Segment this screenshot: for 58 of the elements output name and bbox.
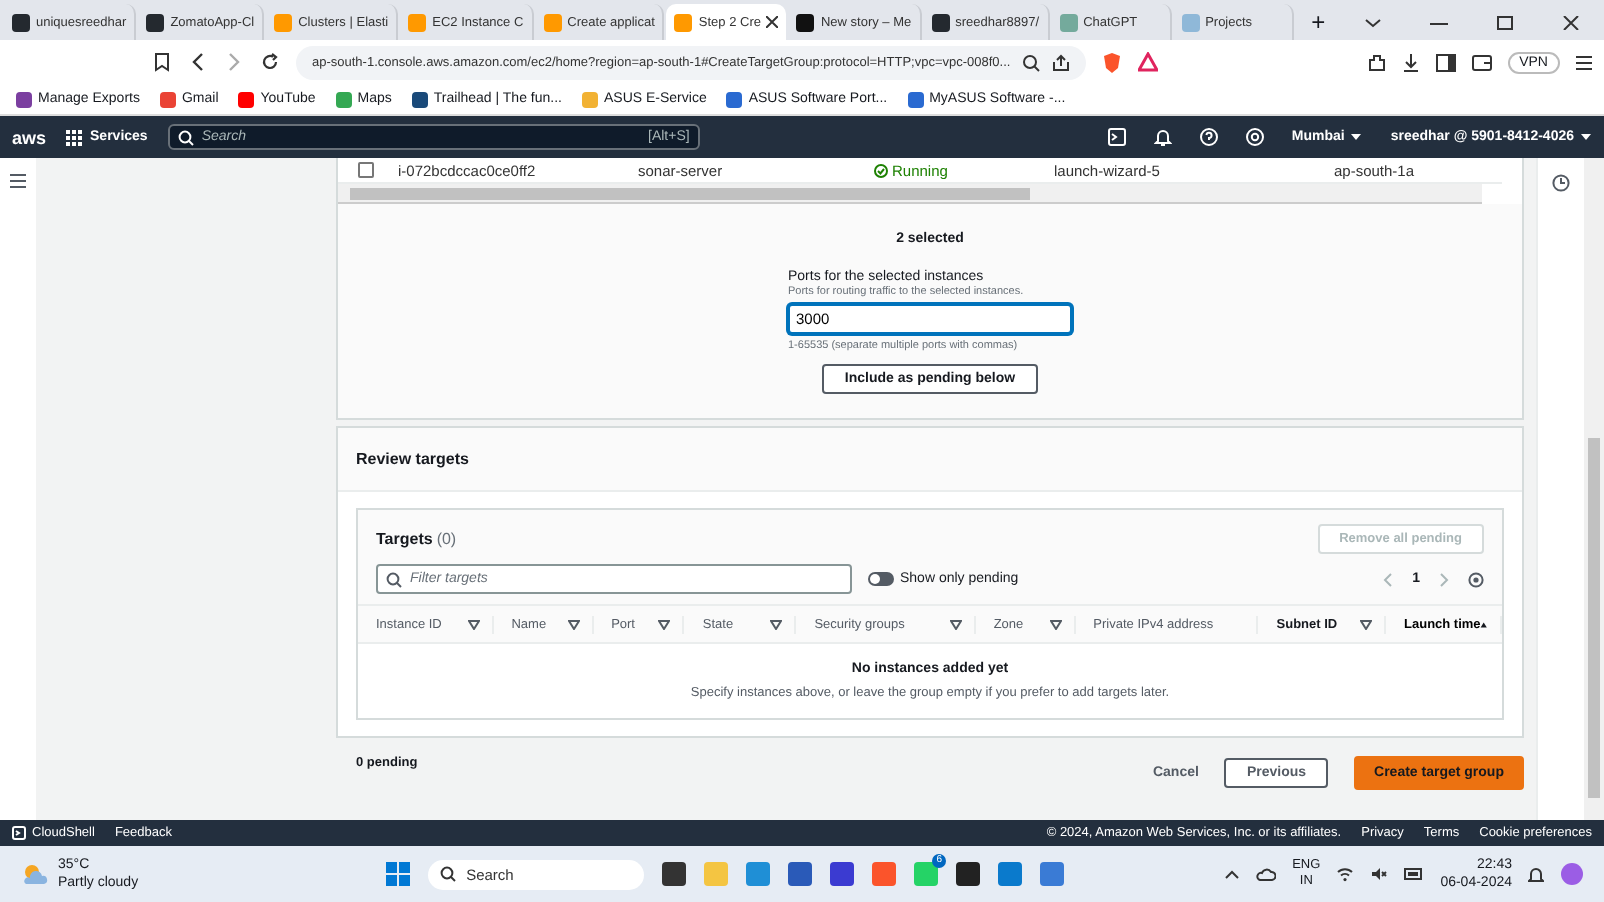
bookmark-favicon-icon xyxy=(581,91,598,107)
bookmark-favicon-icon xyxy=(726,91,743,107)
aws-logo[interactable]: aws xyxy=(12,127,47,147)
sort-down-icon[interactable] xyxy=(949,619,962,629)
sort-up-icon[interactable] xyxy=(1480,619,1489,629)
close-icon[interactable] xyxy=(1562,16,1580,30)
wifi-icon[interactable] xyxy=(1336,866,1355,882)
share-icon[interactable] xyxy=(1052,53,1071,71)
sort-down-icon[interactable] xyxy=(1049,619,1062,629)
puzzle-icon[interactable] xyxy=(1367,53,1386,71)
row-checkbox[interactable] xyxy=(358,162,374,178)
bookmark-favicon-icon xyxy=(335,91,352,107)
target-count: (0) xyxy=(436,530,457,548)
help-icon[interactable] xyxy=(1199,128,1218,146)
bookmark-favicon-icon xyxy=(16,91,32,107)
table-title: Targets xyxy=(376,530,433,548)
search-icon xyxy=(440,866,457,882)
grid-icon xyxy=(66,129,83,145)
horizontal-scrollbar[interactable] xyxy=(338,184,1482,204)
bell-icon[interactable] xyxy=(1528,865,1544,883)
bookmark-favicon-icon xyxy=(159,91,176,107)
close-icon[interactable] xyxy=(766,16,779,28)
sort-down-icon[interactable] xyxy=(467,619,480,629)
zoom-icon[interactable] xyxy=(1022,53,1041,71)
caret-icon xyxy=(1350,132,1363,142)
search-icon xyxy=(177,129,194,145)
caret-icon xyxy=(1580,132,1592,142)
menu-icon[interactable] xyxy=(1576,53,1592,71)
restore-icon[interactable] xyxy=(1496,16,1514,30)
chevron-up-icon[interactable] xyxy=(1224,868,1241,880)
cloud-icon[interactable] xyxy=(1256,866,1277,882)
toggle-switch[interactable] xyxy=(868,572,894,586)
new-tab-button[interactable]: + xyxy=(1295,4,1342,40)
menu-icon[interactable] xyxy=(10,174,26,188)
wallet-icon[interactable] xyxy=(1471,53,1492,71)
sun-cloud-icon xyxy=(20,862,48,886)
battery-icon[interactable] xyxy=(1404,866,1425,882)
chevron-down-icon[interactable] xyxy=(1364,16,1382,30)
check-circle-icon xyxy=(874,163,888,177)
settings-icon[interactable] xyxy=(1468,571,1484,587)
bookmark-favicon-icon xyxy=(411,91,428,107)
bookmark-favicon-icon xyxy=(907,91,924,107)
sidebar-icon[interactable] xyxy=(1435,53,1456,71)
section-title: Review targets xyxy=(338,428,1522,492)
bookmark-favicon-icon xyxy=(238,91,255,107)
clock-icon[interactable] xyxy=(1552,174,1570,192)
search-icon xyxy=(386,571,402,587)
speaker-muted-icon[interactable] xyxy=(1370,866,1389,882)
reload-icon[interactable] xyxy=(260,52,280,72)
sort-down-icon[interactable] xyxy=(567,619,580,629)
windows-start-icon[interactable] xyxy=(386,862,411,886)
triangle-icon[interactable] xyxy=(1138,52,1159,72)
sort-down-icon[interactable] xyxy=(770,619,783,629)
back-icon[interactable] xyxy=(188,52,208,72)
bookmark-icon[interactable] xyxy=(152,52,172,72)
download-icon[interactable] xyxy=(1401,53,1420,71)
sort-down-icon[interactable] xyxy=(658,619,671,629)
sort-down-icon[interactable] xyxy=(1360,619,1373,629)
